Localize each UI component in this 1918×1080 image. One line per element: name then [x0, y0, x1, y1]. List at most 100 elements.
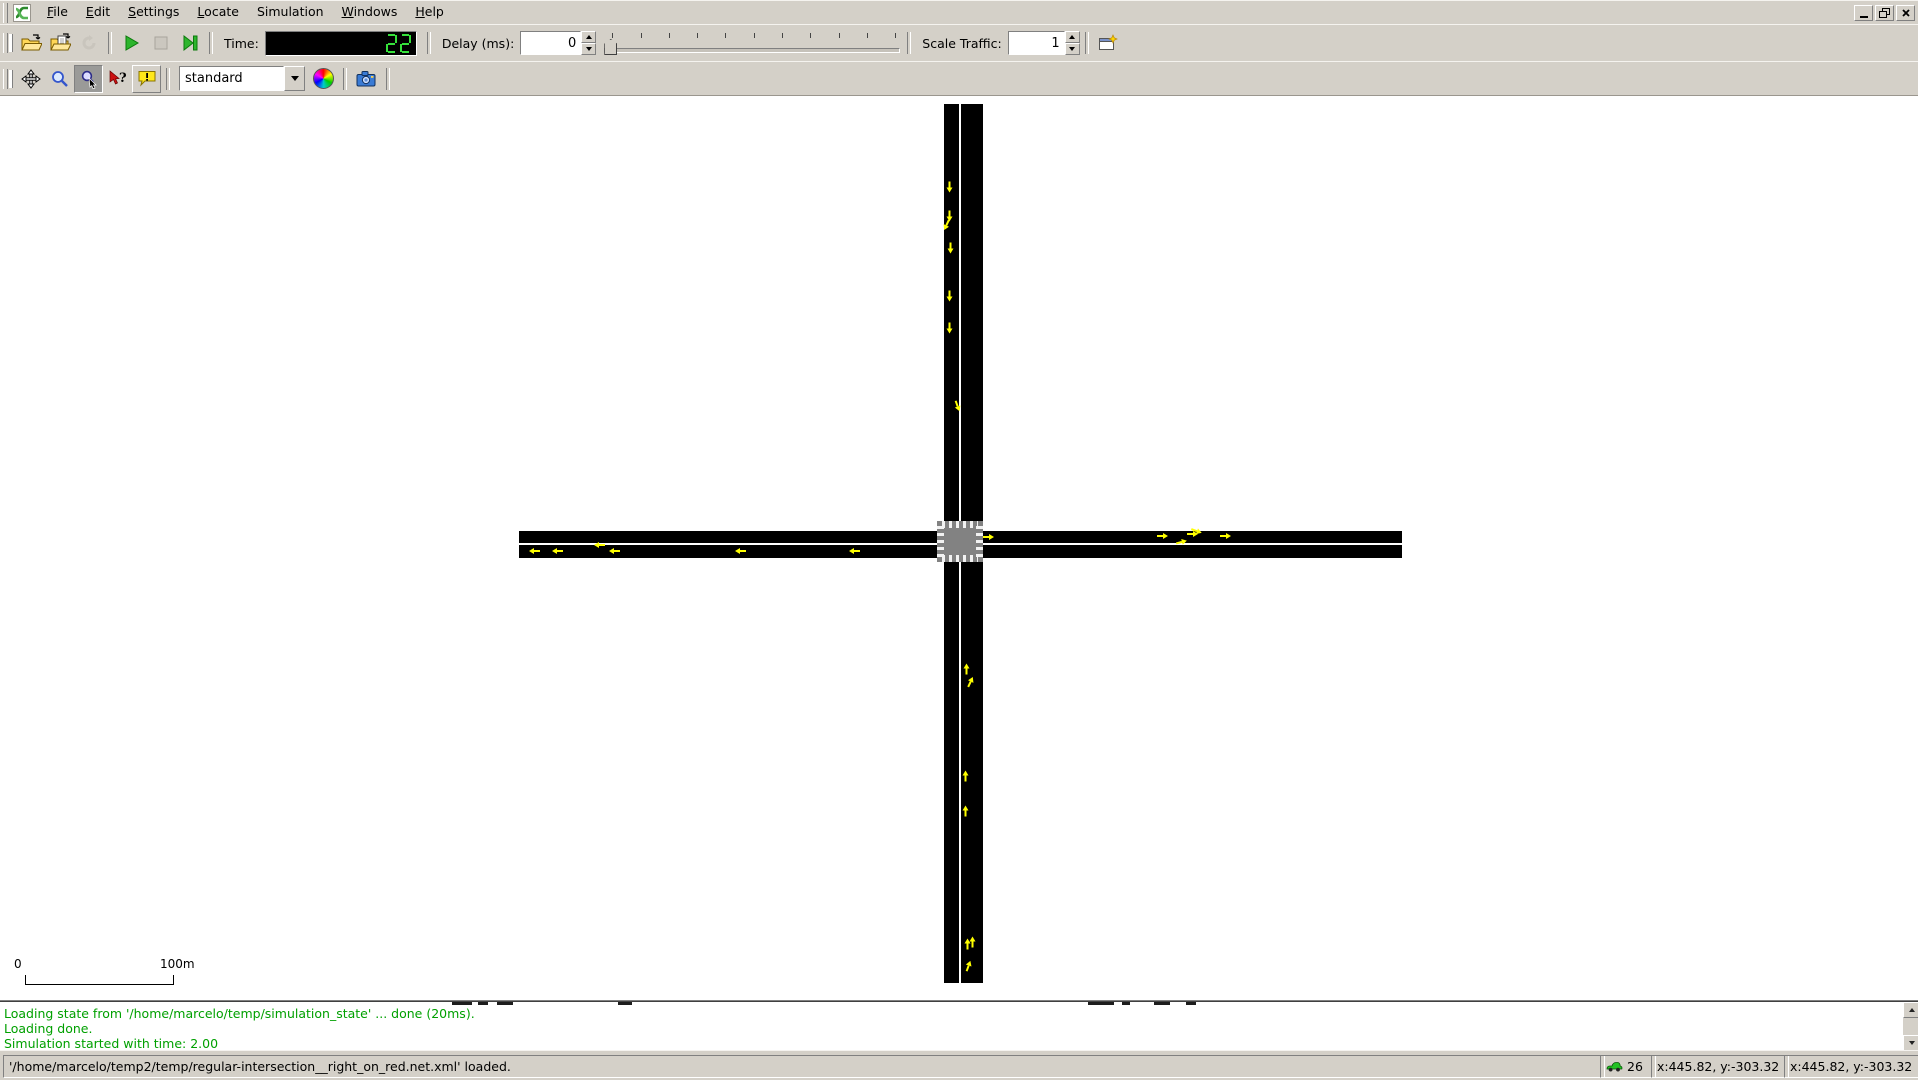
vehicle[interactable] — [947, 323, 953, 334]
vehicle[interactable] — [609, 548, 620, 554]
restore-icon — [1879, 8, 1890, 18]
separator — [108, 32, 112, 54]
separator — [209, 32, 213, 54]
delay-slider-groove[interactable] — [604, 48, 900, 53]
vehicle[interactable] — [849, 548, 860, 554]
locate-junction-button[interactable] — [74, 65, 103, 93]
separator — [343, 68, 347, 90]
scale-bar-end: 100m — [160, 957, 195, 971]
road-north[interactable] — [944, 104, 983, 521]
menu-file[interactable]: File — [38, 2, 77, 23]
menu-settings[interactable]: Settings — [119, 2, 188, 23]
scale-traffic-input[interactable]: 1 — [1008, 31, 1065, 55]
vehicle[interactable] — [1157, 533, 1168, 539]
step-icon — [181, 34, 199, 52]
scale-spin-up-button[interactable] — [1065, 31, 1080, 43]
status-bar: '/home/marcelo/temp2/temp/regular-inters… — [0, 1050, 1918, 1080]
lane-divider — [519, 543, 938, 545]
vehicle[interactable] — [963, 806, 969, 817]
toolbar1-grip[interactable] — [3, 33, 8, 53]
message-log[interactable]: Loading state from '/home/marcelo/temp/s… — [0, 1000, 1918, 1051]
crosswalk-top — [942, 521, 978, 528]
scale-traffic-spinner: 1 — [1008, 31, 1080, 55]
open-network-button[interactable] — [16, 29, 45, 57]
vehicle[interactable] — [947, 182, 953, 193]
crosswalk-bottom — [942, 555, 978, 562]
down-arrow-icon — [1069, 47, 1075, 51]
camera-icon — [356, 70, 377, 88]
up-arrow-icon — [1069, 35, 1075, 39]
delay-slider[interactable] — [602, 30, 902, 56]
clipped-log-text — [1122, 1002, 1130, 1005]
run-button[interactable] — [117, 29, 146, 57]
delay-input[interactable]: 0 — [520, 31, 581, 55]
screenshot-button[interactable] — [352, 65, 381, 93]
stop-icon — [152, 34, 170, 52]
restore-button[interactable] — [1875, 5, 1894, 21]
simulation-canvas[interactable]: 0 100m — [0, 95, 1918, 1001]
lane-divider — [983, 543, 1402, 545]
delay-spin-down-button[interactable] — [581, 43, 596, 55]
app-icon — [12, 4, 32, 22]
log-lines: Loading state from '/home/marcelo/temp/s… — [4, 1006, 475, 1051]
crosswalk-left — [937, 526, 944, 557]
whats-this-button[interactable]: ? — [103, 65, 132, 93]
cursor-position-field: x:445.82, y:-303.32 — [1651, 1055, 1789, 1078]
menu-help[interactable]: Help — [406, 2, 453, 23]
color-scheme-dropdown-button[interactable] — [284, 66, 305, 91]
vehicle[interactable] — [1220, 533, 1231, 539]
time-display-digits — [386, 34, 411, 53]
separator — [907, 32, 911, 54]
menu-simulation[interactable]: Simulation — [248, 2, 333, 23]
minimize-button[interactable] — [1854, 5, 1873, 21]
close-button[interactable] — [1896, 5, 1915, 21]
road-west[interactable] — [519, 531, 938, 558]
vehicle[interactable] — [964, 664, 970, 675]
delay-slider-thumb[interactable] — [604, 39, 617, 55]
minimize-icon — [1860, 16, 1868, 18]
color-scheme-combo: standard — [179, 66, 305, 91]
log-line: Simulation started with time: 2.00 — [4, 1036, 475, 1051]
recenter-view-button[interactable] — [16, 65, 45, 93]
vehicle[interactable] — [552, 548, 563, 554]
log-scrollbar[interactable] — [1903, 1002, 1918, 1051]
menu-locate[interactable]: Locate — [188, 2, 248, 23]
vehicle[interactable] — [735, 548, 746, 554]
vehicle[interactable] — [947, 291, 953, 302]
menu-bar: File Edit Settings Locate Simulation Win… — [0, 0, 1918, 25]
delay-slider-ticks — [612, 33, 896, 38]
delay-spin-up-button[interactable] — [581, 31, 596, 43]
menu-edit[interactable]: Edit — [77, 2, 119, 23]
vehicle[interactable] — [948, 243, 954, 254]
vehicle[interactable] — [983, 534, 994, 540]
up-arrow-icon — [586, 35, 592, 39]
step-button[interactable] — [175, 29, 204, 57]
toolbar2-grip[interactable] — [3, 69, 8, 89]
color-scheme-value[interactable]: standard — [179, 66, 284, 91]
scroll-down-button[interactable] — [1903, 1035, 1918, 1051]
vehicle[interactable] — [970, 937, 976, 948]
reload-button-disabled — [74, 29, 103, 57]
menu-windows[interactable]: Windows — [333, 2, 407, 23]
simulation-toolbar: Time: Delay (ms): 0 Scale Traffic: 1 — [0, 24, 1918, 62]
separator — [166, 68, 170, 90]
vehicle[interactable] — [529, 548, 540, 554]
junction[interactable] — [937, 521, 983, 562]
vehicle-count-indicator[interactable]: 26 — [1600, 1055, 1656, 1078]
menubar-grip[interactable] — [3, 3, 8, 23]
vehicle[interactable] — [594, 542, 605, 548]
cursor-position-field-2: x:445.82, y:-303.32 — [1784, 1055, 1918, 1078]
reload-icon — [79, 33, 99, 53]
stop-button-disabled — [146, 29, 175, 57]
zoom-button[interactable] — [45, 65, 74, 93]
new-view-button[interactable] — [1094, 29, 1123, 57]
scale-bar-start: 0 — [14, 957, 22, 971]
edit-coloring-button[interactable] — [309, 65, 338, 93]
separator — [427, 32, 431, 54]
view-toolbar: ? standard — [0, 61, 1918, 96]
scroll-up-button[interactable] — [1903, 1002, 1918, 1018]
open-simulation-button[interactable] — [45, 29, 74, 57]
vehicle[interactable] — [963, 771, 969, 782]
scale-spin-down-button[interactable] — [1065, 43, 1080, 55]
show-messages-button[interactable] — [132, 65, 161, 93]
